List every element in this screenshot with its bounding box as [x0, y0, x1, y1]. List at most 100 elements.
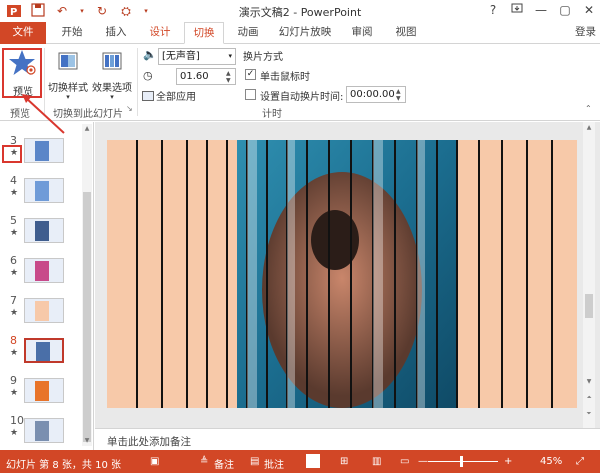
slideshow-view-icon[interactable]: ▭	[400, 456, 409, 467]
slide-number: 10	[10, 414, 24, 427]
zoom-in-button[interactable]: +	[504, 456, 512, 467]
sign-in-link[interactable]: 登录	[575, 22, 596, 43]
transition-star-icon[interactable]: ★	[10, 348, 18, 358]
slide-thumbnail[interactable]	[24, 338, 64, 363]
slide-thumbnail[interactable]	[24, 418, 64, 443]
notes-toggle-label[interactable]: 备注	[214, 456, 234, 471]
tab-slideshow[interactable]: 幻灯片放映	[274, 22, 336, 44]
transitions-ribbon: 预览 切换样式 ▾ 效果选项 ▾ 🔈 [无声音] ▾ ◷ 01.60 ▲ ▼ 全…	[0, 44, 600, 121]
normal-view-icon[interactable]	[306, 454, 320, 468]
current-slide[interactable]	[107, 140, 577, 408]
thumbnail-photo	[35, 421, 49, 441]
ribbon-display-icon[interactable]	[510, 2, 524, 18]
on-click-checkbox[interactable]: ✓	[245, 69, 256, 80]
reading-view-icon[interactable]: ▥	[372, 456, 381, 467]
after-label: 设置自动换片时间:	[260, 92, 344, 103]
blinds-transition-image	[107, 140, 577, 408]
transition-star-icon[interactable]: ★	[10, 428, 18, 438]
tab-view[interactable]: 视图	[388, 22, 424, 44]
duration-spinner[interactable]: ▲ ▼	[226, 70, 234, 84]
zoom-slider[interactable]	[428, 461, 498, 462]
slide-thumbnail[interactable]	[24, 298, 64, 323]
thumbnail-scrollbar[interactable]: ▲ ▼	[82, 124, 92, 446]
slide-sorter-icon[interactable]: ⊞	[340, 456, 348, 467]
zoom-out-button[interactable]: —	[418, 456, 428, 467]
slide-scrollbar[interactable]: ▲ ▼ ⏶ ⏷	[583, 122, 595, 428]
after-time-spinner[interactable]: ▲ ▼	[396, 88, 404, 102]
close-icon[interactable]: ✕	[582, 2, 596, 18]
after-time-input[interactable]: 00:00.00 ▲ ▼	[346, 86, 406, 103]
slide-editing-area	[95, 122, 600, 428]
scroll-up-icon[interactable]: ▲	[82, 124, 92, 134]
group-separator	[44, 48, 45, 116]
scroll-down-icon[interactable]: ▼	[583, 378, 595, 385]
transition-star-icon[interactable]: ★	[10, 228, 18, 238]
powerpoint-window: P ↶ ▾ ↻ ⛭ ▾ 演示文稿2 - PowerPoint ? — ▢ ✕ 文…	[0, 0, 600, 473]
thumbnail-photo	[35, 261, 49, 281]
tab-insert[interactable]: 插入	[98, 22, 134, 44]
slide-number: 4	[10, 174, 17, 187]
tab-review[interactable]: 审阅	[344, 22, 380, 44]
slide-thumbnail[interactable]	[24, 218, 64, 243]
transition-styles-button[interactable]: 切换样式 ▾	[47, 50, 89, 101]
group-label-transition: 切换到此幻灯片	[53, 109, 123, 120]
maximize-icon[interactable]: ▢	[558, 2, 572, 18]
group-separator	[137, 48, 138, 116]
tab-transitions[interactable]: 切换	[184, 22, 224, 44]
tab-design[interactable]: 设计	[142, 22, 178, 44]
after-checkbox[interactable]	[245, 89, 256, 100]
slide-thumbnail[interactable]	[24, 178, 64, 203]
apply-all-label: 全部应用	[156, 92, 196, 103]
chevron-down-icon: ▾	[66, 93, 70, 101]
transition-star-icon[interactable]: ★	[10, 268, 18, 278]
duration-clock-icon: ◷	[143, 69, 153, 82]
scrollbar-thumb[interactable]	[585, 294, 593, 318]
slide-counter: 幻灯片 第 8 张，共 10 张	[6, 460, 121, 471]
fit-slide-icon[interactable]: ⤢	[576, 456, 584, 467]
notes-placeholder: 单击此处添加备注	[107, 436, 191, 448]
slide-number: 9	[10, 374, 17, 387]
zoom-slider-knob[interactable]	[460, 456, 463, 467]
title-bar: P ↶ ▾ ↻ ⛭ ▾ 演示文稿2 - PowerPoint ? — ▢ ✕	[0, 0, 600, 22]
next-slide-icon[interactable]: ⏷	[583, 410, 595, 418]
apply-to-all-button[interactable]: 全部应用	[142, 88, 196, 103]
scroll-up-icon[interactable]: ▲	[583, 124, 595, 131]
chevron-down-icon: ▾	[228, 52, 232, 60]
on-click-label: 单击鼠标时	[260, 72, 310, 83]
duration-input[interactable]: 01.60 ▲ ▼	[176, 68, 236, 85]
star-highlight-box	[2, 145, 22, 163]
spellcheck-icon[interactable]: ▣	[150, 456, 159, 467]
effect-options-icon	[90, 50, 134, 77]
minimize-icon[interactable]: —	[534, 2, 548, 18]
zoom-level[interactable]: 45%	[540, 456, 562, 467]
notes-toggle-icon[interactable]: ≜	[200, 456, 208, 467]
previous-slide-icon[interactable]: ⏶	[583, 394, 595, 402]
scrollbar-thumb[interactable]	[83, 192, 91, 442]
scroll-down-icon[interactable]: ▼	[82, 436, 92, 446]
sound-select[interactable]: [无声音] ▾	[158, 48, 236, 65]
duration-value: 01.60	[180, 71, 209, 82]
help-icon[interactable]: ?	[486, 2, 500, 18]
thumbnail-photo	[35, 301, 49, 321]
slide-thumbnail[interactable]	[24, 378, 64, 403]
tab-file[interactable]: 文件	[0, 22, 46, 44]
transition-star-icon[interactable]: ★	[10, 188, 18, 198]
chevron-down-icon: ▾	[110, 93, 114, 101]
tab-animations[interactable]: 动画	[230, 22, 266, 44]
notes-pane[interactable]: 单击此处添加备注	[95, 428, 600, 450]
transition-star-icon[interactable]: ★	[10, 388, 18, 398]
comments-toggle-label[interactable]: 批注	[264, 456, 284, 471]
transition-star-icon[interactable]: ★	[10, 308, 18, 318]
comments-toggle-icon[interactable]: ▤	[250, 456, 259, 467]
dialog-launcher-icon[interactable]: ↘	[126, 104, 133, 113]
effect-options-button[interactable]: 效果选项 ▾	[90, 50, 134, 101]
tab-home[interactable]: 开始	[54, 22, 90, 44]
slide-thumbnail[interactable]	[24, 138, 64, 163]
slide-thumbnail[interactable]	[24, 258, 64, 283]
thumbnail-photo	[35, 141, 49, 161]
group-label-timing: 计时	[262, 109, 282, 120]
advance-slide-heading: 换片方式	[243, 52, 283, 63]
group-label-preview: 预览	[10, 109, 30, 120]
apply-all-icon	[142, 91, 154, 101]
collapse-ribbon-icon[interactable]: ⌃	[585, 104, 592, 113]
